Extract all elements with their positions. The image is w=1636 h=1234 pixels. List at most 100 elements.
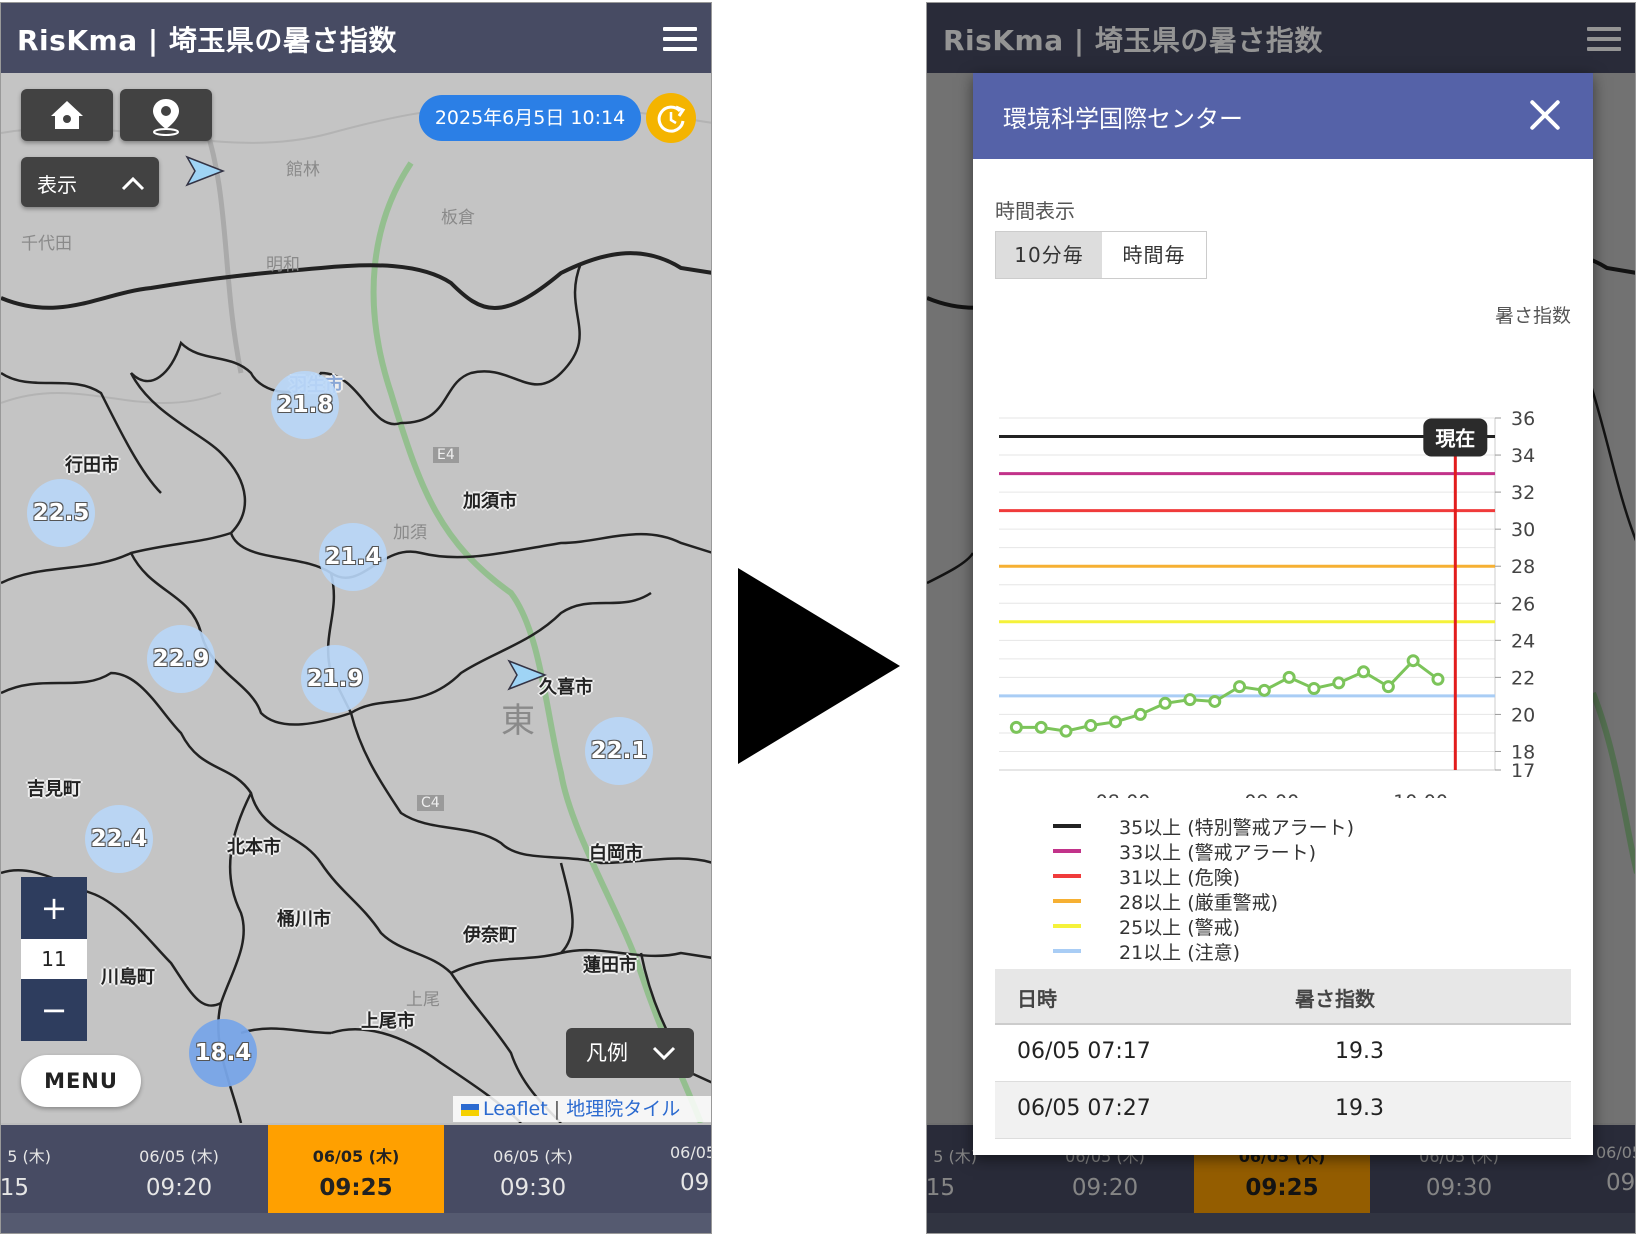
legend-button[interactable]: 凡例 <box>566 1028 694 1078</box>
table-cell: 19.3 <box>1335 1096 1384 1121</box>
display-label: 表示 <box>37 173 77 197</box>
data-point <box>1381 680 1395 694</box>
leaflet-link[interactable]: Leaflet <box>483 1098 548 1120</box>
station-arrows <box>185 155 548 691</box>
ukraine-flag-icon <box>461 1103 479 1116</box>
legend-label: 25以上 (警戒) <box>1119 917 1241 939</box>
column-header: 暑さ指数 <box>1295 987 1375 1011</box>
data-point <box>1009 720 1023 734</box>
x-tick-label: 10:00 <box>1393 791 1448 798</box>
data-point <box>1059 724 1073 738</box>
time-slot[interactable]: 06/05 (木) 09:30 <box>445 1125 621 1213</box>
home-button[interactable] <box>21 89 113 141</box>
zoom-control: + 11 − <box>21 877 87 1043</box>
data-point <box>1233 680 1247 694</box>
zoom-out-button[interactable]: − <box>21 979 87 1041</box>
now-marker-label: 現在 <box>1435 427 1475 451</box>
current-location-button[interactable] <box>120 89 212 141</box>
y-axis-label: 暑さ指数 <box>1494 305 1571 327</box>
zoom-in-button[interactable]: + <box>21 877 87 939</box>
x-tick-label: 09:00 <box>1244 791 1299 798</box>
app-title: RisKma | 埼玉県の暑さ指数 <box>17 24 397 57</box>
station-detail-modal: 環境科学国際センター 時間表示 10分毎 時間毎 暑さ指数 17 18 20 22 24… <box>973 73 1593 1155</box>
data-point <box>1332 676 1346 690</box>
map-screen: 館林 板倉 千代田 明和 加須 東 上尾 E4 C4 行田市 加須市 久喜市 吉… <box>0 2 712 1234</box>
location-pin-icon <box>153 99 179 136</box>
data-point <box>1282 670 1296 684</box>
y-tick-label: 26 <box>1511 593 1535 615</box>
time-slot[interactable]: 5 (木) 15 <box>0 1125 89 1213</box>
station-arrow-icon <box>507 659 548 691</box>
chevron-down-icon <box>652 1046 676 1061</box>
y-tick-label: 34 <box>1511 445 1535 467</box>
y-tick-label: 24 <box>1511 630 1535 652</box>
legend-label: 35以上 (特別警戒アラート) <box>1119 817 1355 839</box>
chevron-up-icon <box>121 176 145 191</box>
menu-button[interactable]: MENU <box>21 1055 141 1107</box>
time-slot-time: 09:25 <box>319 1175 393 1201</box>
x-tick-label: 08:00 <box>1096 791 1151 798</box>
tab-10min[interactable]: 10分毎 <box>996 232 1102 278</box>
bottom-bar <box>1 1213 711 1233</box>
data-point <box>1257 683 1271 697</box>
legend-label: 凡例 <box>586 1041 628 1065</box>
legend-label: 33以上 (警戒アラート) <box>1119 842 1317 864</box>
legend-swatch <box>1053 899 1081 903</box>
y-tick-label: 28 <box>1511 556 1535 578</box>
y-tick-label: 30 <box>1511 519 1535 541</box>
y-tick-label: 22 <box>1511 667 1535 689</box>
data-point <box>1183 693 1197 707</box>
home-icon <box>51 101 83 129</box>
legend-swatch <box>1053 874 1081 878</box>
time-slot-time: 09:30 <box>499 1175 567 1201</box>
refresh-icon <box>657 105 686 133</box>
data-point <box>1406 654 1420 668</box>
data-point <box>1208 694 1222 708</box>
time-slot-date: 06/05 <box>670 1143 712 1162</box>
chart-screen: RisKma | 埼玉県の暑さ指数 5 (木) 15 06/05 (木) 09:20… <box>926 2 1636 1234</box>
interval-tabs: 10分毎 時間毎 <box>995 231 1207 279</box>
time-display-label: 時間表示 <box>995 199 1075 223</box>
transition-arrow-icon <box>738 568 900 764</box>
map-attribution: Leaflet | 地理院タイル <box>453 1096 711 1122</box>
modal-header: 環境科学国際センター <box>973 73 1593 159</box>
close-icon[interactable] <box>1527 97 1563 133</box>
time-slot[interactable]: 06/05 09: <box>622 1125 712 1213</box>
table-row: 06/05 07:27 19.3 <box>995 1082 1571 1139</box>
legend-swatch <box>1053 849 1081 853</box>
data-point <box>1158 696 1172 710</box>
y-tick-label: 20 <box>1511 704 1535 726</box>
time-slider[interactable]: 5 (木) 15 06/05 (木) 09:20 06/05 (木) 09:25 06… <box>1 1125 711 1213</box>
legend-swatch <box>1053 949 1081 953</box>
refresh-button[interactable] <box>646 93 696 143</box>
data-point <box>1133 707 1147 721</box>
table-header: 日時 暑さ指数 <box>995 969 1571 1025</box>
display-toggle-button[interactable]: 表示 <box>21 157 159 207</box>
y-tick-label: 32 <box>1511 482 1535 504</box>
tab-hourly[interactable]: 時間毎 <box>1102 232 1206 278</box>
time-slot-date: 5 (木) <box>7 1147 51 1166</box>
gsi-tiles-link[interactable]: 地理院タイル <box>566 1098 680 1120</box>
modal-title: 環境科学国際センター <box>1003 105 1243 133</box>
time-slot-time: 15 <box>0 1175 29 1201</box>
legend-label: 28以上 (厳重警戒) <box>1119 892 1279 914</box>
data-point <box>1034 720 1048 734</box>
time-slot[interactable]: 06/05 (木) 09:20 <box>91 1125 267 1213</box>
table-cell: 06/05 07:27 <box>1017 1096 1151 1121</box>
legend-swatch <box>1053 924 1081 928</box>
map-canvas[interactable]: 館林 板倉 千代田 明和 加須 東 上尾 E4 C4 行田市 加須市 久喜市 吉… <box>1 73 711 1123</box>
station-arrow-icon <box>185 155 226 187</box>
app-header: RisKma | 埼玉県の暑さ指数 <box>1 3 711 73</box>
data-table: 日時 暑さ指数 06/05 07:17 19.3 06/05 07:27 19.… <box>995 969 1571 1139</box>
hamburger-menu-icon[interactable] <box>663 27 697 51</box>
y-tick-label: 36 <box>1511 408 1535 430</box>
time-slot-selected[interactable]: 06/05 (木) 09:25 <box>268 1125 444 1213</box>
legend-swatch <box>1053 824 1081 828</box>
wbgt-line-chart: 171820222426283032343608:0009:0010:00現在 <box>999 408 1535 798</box>
attribution-separator: | <box>553 1098 561 1120</box>
data-point <box>1109 715 1123 729</box>
time-slot-date: 06/05 (木) <box>493 1147 573 1166</box>
y-tick-label: 18 <box>1511 741 1535 763</box>
datetime-pill[interactable]: 2025年6月5日 10:14 <box>419 95 641 141</box>
time-slot-time: 09:20 <box>145 1175 213 1201</box>
